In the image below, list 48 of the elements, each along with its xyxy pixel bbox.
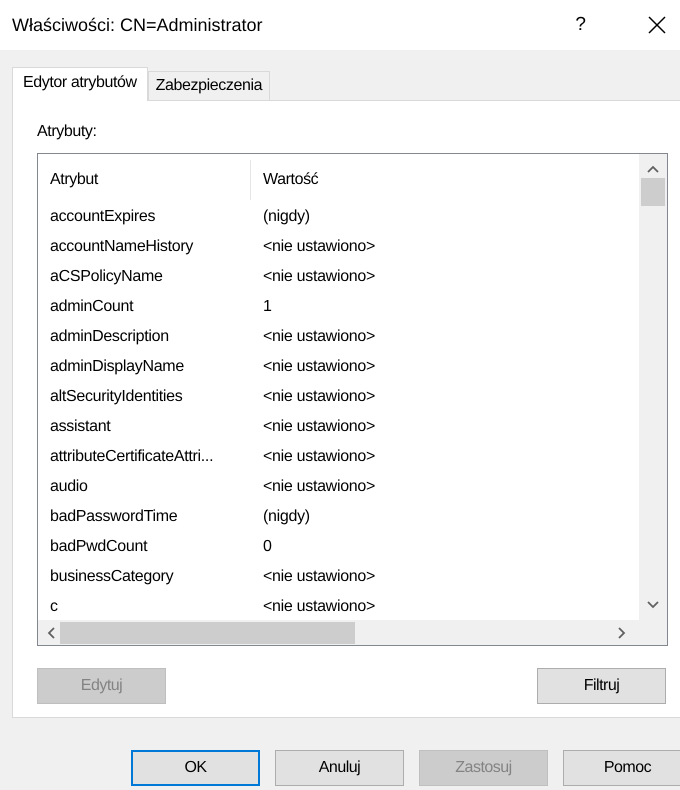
scroll-thumb[interactable]	[641, 178, 665, 206]
attribute-value: <nie ustawiono>	[262, 388, 376, 406]
horizontal-scrollbar[interactable]	[38, 620, 667, 645]
attribute-value: <nie ustawiono>	[262, 358, 376, 376]
attribute-name: altSecurityIdentities	[49, 388, 184, 406]
help-button[interactable]: ?	[575, 14, 586, 36]
scroll-right-icon[interactable]	[617, 626, 627, 640]
attribute-value: <nie ustawiono>	[262, 448, 376, 466]
attribute-name: adminCount	[49, 298, 134, 316]
column-header[interactable]: Wartość	[251, 160, 318, 200]
ok-button[interactable]: OK	[131, 750, 260, 786]
attribute-name: badPwdCount	[49, 538, 148, 556]
tab[interactable]: Edytor atrybutów	[12, 67, 148, 101]
attribute-name: adminDisplayName	[49, 358, 185, 376]
attribute-name: audio	[49, 478, 89, 496]
attribute-name: accountNameHistory	[49, 238, 194, 256]
attribute-value: <nie ustawiono>	[262, 328, 376, 346]
attribute-value: <nie ustawiono>	[262, 238, 376, 256]
scroll-down-icon[interactable]	[646, 600, 660, 610]
attribute-name: c	[49, 598, 59, 616]
attribute-value: <nie ustawiono>	[262, 568, 376, 586]
attribute-name: attributeCertificateAttri...	[49, 448, 214, 466]
attribute-value: <nie ustawiono>	[262, 598, 376, 616]
attribute-name: adminDescription	[49, 328, 170, 346]
cancel-button[interactable]: Anuluj	[275, 750, 404, 786]
attribute-name: badPasswordTime	[49, 508, 178, 526]
scroll-up-icon[interactable]	[646, 164, 660, 174]
scroll-thumb[interactable]	[60, 622, 355, 644]
help-button[interactable]: Pomoc	[563, 750, 680, 786]
attribute-name: assistant	[49, 418, 112, 436]
attribute-value: (nigdy)	[262, 508, 310, 526]
attributes-label: Atrybuty:	[37, 123, 98, 142]
attribute-value: <nie ustawiono>	[262, 418, 376, 436]
attribute-value: 0	[262, 538, 272, 556]
window-title: Właściwości: CN=Administrator	[12, 14, 264, 36]
vertical-scrollbar[interactable]	[639, 154, 667, 620]
attribute-name: aCSPolicyName	[49, 268, 164, 286]
attribute-value: (nigdy)	[262, 208, 310, 226]
close-icon[interactable]	[648, 16, 666, 34]
column-header[interactable]: Atrybut	[38, 160, 251, 200]
filter-button[interactable]: Filtruj	[537, 668, 666, 704]
attribute-name: accountExpires	[49, 208, 156, 226]
attribute-value: <nie ustawiono>	[262, 478, 376, 496]
attribute-value: 1	[262, 298, 272, 316]
attribute-value: <nie ustawiono>	[262, 268, 376, 286]
tab[interactable]: Zabezpieczenia	[148, 71, 270, 100]
attribute-name: businessCategory	[49, 568, 174, 586]
scroll-left-icon[interactable]	[46, 626, 56, 640]
